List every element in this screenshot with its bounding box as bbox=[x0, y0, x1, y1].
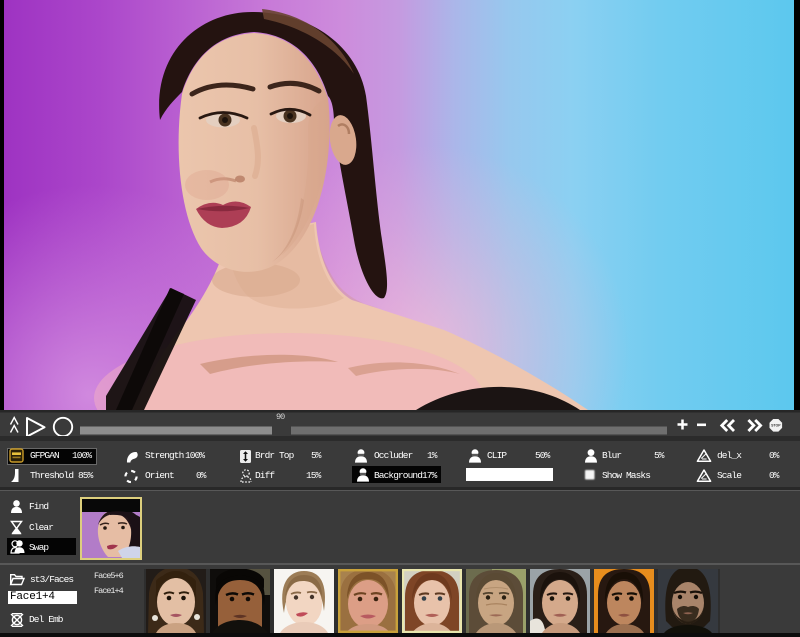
svg-text:STOP: STOP bbox=[771, 424, 781, 428]
